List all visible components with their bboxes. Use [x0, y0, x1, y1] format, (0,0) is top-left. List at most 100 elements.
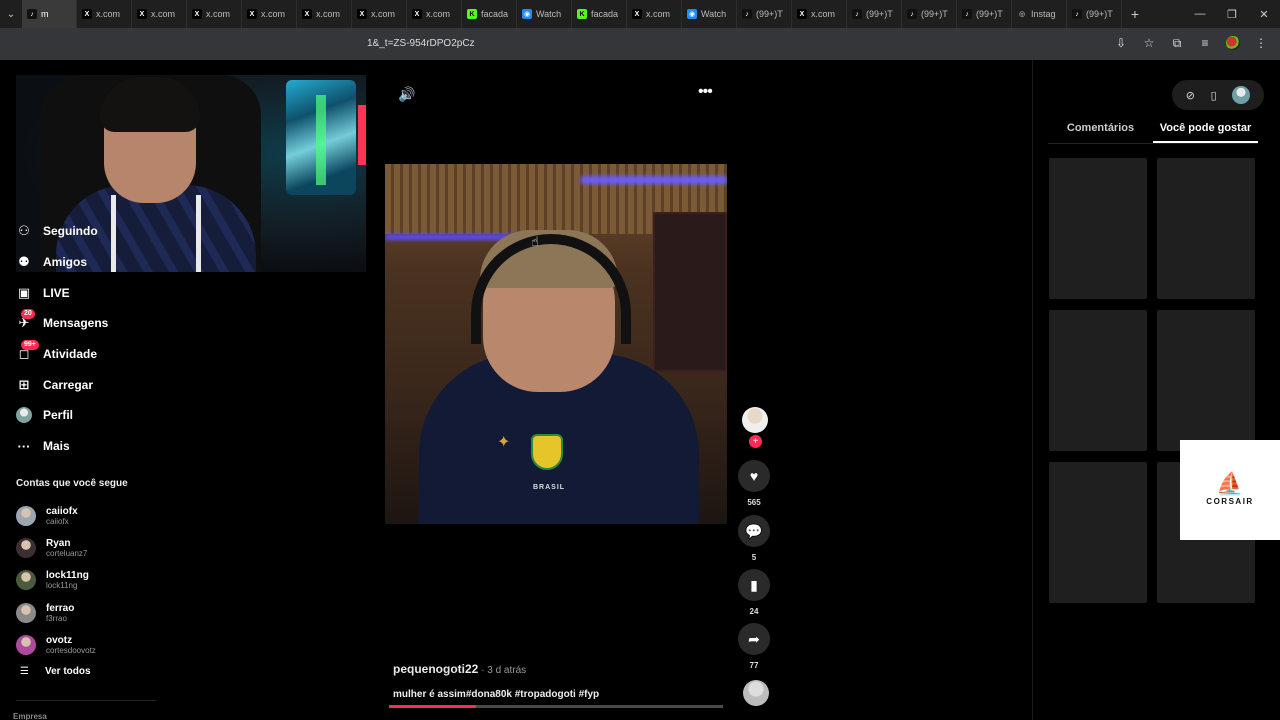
more-options-icon[interactable]: ••• [698, 83, 713, 101]
suggested-video-placeholder[interactable] [1049, 462, 1147, 603]
new-tab-button[interactable]: + [1122, 6, 1148, 22]
see-all-label: Ver todos [44, 666, 91, 677]
browser-tab[interactable]: ♪ (99+)T [737, 0, 792, 28]
suggested-video-placeholder[interactable] [1157, 310, 1255, 451]
suggested-video-placeholder[interactable] [1049, 158, 1147, 299]
sidebar-item-label: Atividade [43, 347, 98, 362]
followed-account[interactable]: caiiofx caiiofx [16, 500, 216, 532]
followed-account[interactable]: lock11ng lock11ng [16, 564, 216, 596]
video-player[interactable]: ✦ BRASIL [385, 164, 727, 524]
heart-icon[interactable]: ♥ [738, 460, 770, 492]
sidebar-item-live[interactable]: ▣ LIVE [16, 277, 216, 308]
creator-username[interactable]: pequenogoti22 [393, 662, 478, 676]
tab-search-chevron-icon[interactable]: ⌄ [0, 0, 22, 28]
browser-tab[interactable]: ♪ (99+)T [1067, 0, 1122, 28]
account-handle: caiiofx [46, 517, 69, 527]
live-icon: ▣ [17, 284, 31, 300]
browser-tab[interactable]: Xx.com [77, 0, 132, 28]
sidebar-item-label: Seguindo [43, 224, 98, 239]
sidebar-item-mais[interactable]: ··· Mais [16, 431, 216, 462]
browser-tab[interactable]: Kfacada [462, 0, 517, 28]
mouse-cursor-icon: ☝ [531, 234, 539, 249]
browser-tab[interactable]: ♪ (99+)T [847, 0, 902, 28]
sidebar-item-label: Carregar [43, 377, 94, 392]
account-text: ovotz cortesdoovotz [46, 635, 96, 655]
followed-account[interactable]: ovotz cortesdoovotz [16, 629, 216, 661]
minimize-icon[interactable]: — [1184, 0, 1216, 28]
browser-profile-icon[interactable] [1222, 32, 1244, 54]
follow-plus-icon[interactable]: + [749, 435, 762, 448]
browser-tab[interactable]: ◎ Instag [1012, 0, 1067, 28]
sidebar-item-amigos[interactable]: ⚉ Amigos [16, 247, 216, 278]
browser-tab[interactable]: ♪ (99+)T [902, 0, 957, 28]
sidebar-item-mensagens[interactable]: ✈ 20 Mensagens [16, 308, 216, 339]
sponsor-ad[interactable]: ⛵ CORSAIR [1180, 440, 1280, 540]
browser-tab[interactable]: Xx.com [242, 0, 297, 28]
tab-title: facada [591, 9, 619, 19]
account-name: ferrao [46, 602, 75, 614]
sidebar-item-perfil[interactable]: Perfil [16, 400, 216, 431]
account-text: lock11ng lock11ng [46, 570, 89, 590]
tiktok-favicon-icon: ♪ [742, 9, 752, 19]
creator-avatar[interactable] [742, 407, 768, 433]
sidebar-item-label: Mais [43, 439, 70, 454]
company-link[interactable]: Empresa [13, 712, 47, 720]
sidebar-item-atividade[interactable]: ◻ 99+ Atividade [16, 339, 216, 370]
browser-tab[interactable]: ◉ Watch [517, 0, 572, 28]
mobile-icon[interactable]: ▯ [1211, 89, 1217, 102]
list-icon: ☰ [20, 666, 29, 677]
address-bar[interactable]: 1&_t=ZS-954rDPO2pCz [355, 33, 1105, 55]
browser-tab[interactable]: Kfacada [572, 0, 627, 28]
account-handle: lock11ng [46, 581, 78, 591]
browser-menu-icon[interactable]: ⋮ [1250, 32, 1272, 54]
comment-icon[interactable]: 💬 [738, 515, 770, 547]
bookmark-icon[interactable]: ▮ [738, 569, 770, 601]
close-icon[interactable]: ✕ [1248, 0, 1280, 28]
restore-icon[interactable]: ❐ [1216, 0, 1248, 28]
install-app-icon[interactable]: ⇩ [1110, 32, 1132, 54]
x-favicon-icon: X [137, 9, 147, 19]
suggested-video-placeholder[interactable] [1157, 158, 1255, 299]
share-count: 77 [749, 661, 759, 670]
sound-avatar[interactable] [743, 680, 769, 706]
sidebar-item-seguindo[interactable]: ⚇ Seguindo [16, 216, 216, 247]
browser-tab[interactable]: Xx.com [187, 0, 242, 28]
see-all-button[interactable]: ☰ Ver todos [20, 666, 91, 677]
followed-account[interactable]: ferrao f3rrao [16, 597, 216, 629]
browser-tab[interactable]: Xx.com [792, 0, 847, 28]
friends-icon: ⚉ [18, 254, 30, 270]
tab-comments[interactable]: Comentários [1048, 120, 1153, 143]
media-control-icon[interactable]: ≡ [1194, 32, 1216, 54]
browser-tab[interactable]: ◉ Watch [682, 0, 737, 28]
account-avatar [16, 538, 36, 559]
browser-tab[interactable]: ♪ m [22, 0, 77, 28]
video-progress-bar[interactable] [389, 705, 723, 708]
browser-tab[interactable]: Xx.com [352, 0, 407, 28]
browser-tab[interactable]: ♪ (99+)T [957, 0, 1012, 28]
explore-icon[interactable]: ⊘ [1186, 89, 1195, 102]
user-avatar[interactable] [1232, 86, 1251, 104]
tiktok-favicon-icon: ♪ [852, 9, 862, 19]
x-favicon-icon: X [192, 9, 202, 19]
suggested-video-placeholder[interactable] [1049, 310, 1147, 451]
browser-tab[interactable]: Xx.com [297, 0, 352, 28]
tab-list: ♪ m Xx.com Xx.com Xx.com Xx.com Xx.com Xx.com Xx… [22, 0, 1122, 28]
x-favicon-icon: X [247, 9, 257, 19]
account-name: caiiofx [46, 506, 78, 518]
browser-tab[interactable]: Xx.com [627, 0, 682, 28]
extensions-icon[interactable]: ⧉ [1166, 32, 1188, 54]
bookmark-star-icon[interactable]: ☆ [1138, 32, 1160, 54]
volume-icon[interactable]: 🔊 [398, 86, 415, 103]
tab-title: (99+)T [1086, 9, 1113, 19]
sidebar-item-carregar[interactable]: ⊞ Carregar [16, 369, 216, 400]
tab-you-may-like[interactable]: Você pode gostar [1153, 120, 1258, 143]
corsair-sails-icon: ⛵ [1216, 471, 1244, 496]
browser-tab[interactable]: Xx.com [407, 0, 462, 28]
browser-tab[interactable]: Xx.com [132, 0, 187, 28]
sidebar-nav: ⚇ Seguindo ⚉ Amigos ▣ LIVE ✈ 20 Mensagens ◻ 99+ Ati… [16, 216, 216, 462]
followed-account[interactable]: Ryan corteluanz7 [16, 532, 216, 564]
watch-favicon-icon: ◉ [687, 9, 697, 19]
video-progress-fill [389, 705, 476, 708]
share-icon[interactable]: ➦ [738, 623, 770, 655]
account-avatar [16, 570, 36, 591]
